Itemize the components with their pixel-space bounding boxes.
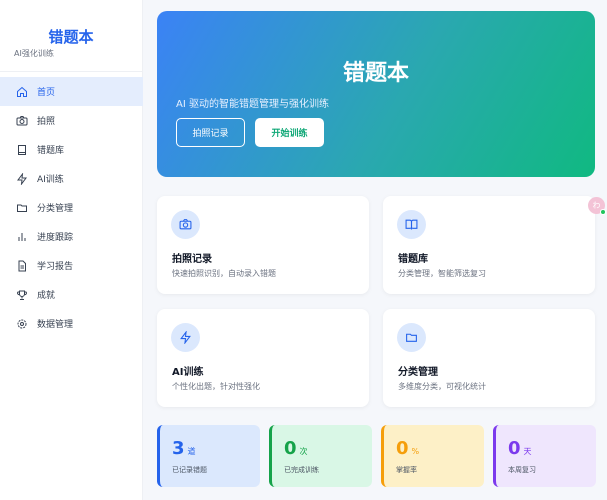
stat-recorded: 3道 已记录错题 [157,425,260,487]
floating-avatar[interactable]: わ [588,197,606,215]
sidebar-item-label: 首页 [37,88,56,98]
card-title: AI训练 [172,367,204,378]
stat-label: 已记录错题 [172,466,207,474]
card-ai-training[interactable]: AI训练 个性化出题，针对性强化 [157,309,369,407]
sidebar-item-label: 进度跟踪 [37,233,74,243]
sidebar-item-label: AI训练 [37,175,64,185]
folder-icon [397,323,426,352]
avatar-text: わ [592,201,601,210]
sidebar-item-progress[interactable]: 进度跟踪 [0,222,143,251]
card-description: 分类管理，智能筛选复习 [398,269,486,278]
book-icon [397,210,426,239]
gear-icon [16,318,28,330]
sidebar-item-data[interactable]: 数据管理 [0,309,143,338]
hero-subtitle: AI 驱动的智能错题管理与强化训练 [176,99,329,110]
sidebar-item-label: 数据管理 [37,320,74,330]
stat-value: 0% [396,438,420,459]
stat-label: 本周复习 [508,466,536,474]
card-photo-record[interactable]: 拍照记录 快速拍照识别，自动录入错题 [157,196,369,294]
folder-icon [16,202,28,214]
card-description: 个性化出题，针对性强化 [172,382,260,391]
card-categories[interactable]: 分类管理 多维度分类，可视化统计 [383,309,595,407]
sidebar-item-label: 错题库 [37,146,65,156]
bolt-icon [16,172,28,185]
stat-label: 已完成训练 [284,466,319,474]
start-training-button[interactable]: 开始训练 [255,118,324,147]
sidebar-item-home[interactable]: 首页 [0,77,143,106]
sidebar-item-label: 学习报告 [37,262,74,272]
bolt-icon [171,323,200,352]
card-description: 多维度分类，可视化统计 [398,382,486,391]
stat-value: 3道 [172,438,196,459]
home-icon [16,86,28,98]
sidebar-item-report[interactable]: 学习报告 [0,251,143,280]
sidebar-item-label: 成就 [37,291,56,301]
brand: 错题本 AI强化训练 [0,0,142,72]
hero-title: 错题本 [342,61,409,86]
card-description: 快速拍照识别，自动录入错题 [172,269,276,278]
stat-mastery: 0% 掌握率 [381,425,484,487]
camera-icon [16,115,28,127]
card-title: 分类管理 [398,367,438,378]
document-icon [16,260,28,272]
sidebar-nav: 首页 拍照 错题库 AI训练 分类管理 进度跟踪 学习报告 成就 数据管理 [0,77,143,338]
card-title: 错题库 [398,254,428,265]
online-status-dot [600,209,606,215]
bar-chart-icon [16,231,28,243]
app-title: 错题本 [48,28,94,46]
stat-trained: 0次 已完成训练 [269,425,372,487]
sidebar-item-camera[interactable]: 拍照 [0,106,143,135]
app-subtitle: AI强化训练 [14,49,54,58]
sidebar-item-achievements[interactable]: 成就 [0,280,143,309]
stat-review: 0天 本周复习 [493,425,596,487]
card-library[interactable]: 错题库 分类管理，智能筛选复习 [383,196,595,294]
trophy-icon [16,289,28,301]
sidebar-item-ai-training[interactable]: AI训练 [0,164,143,193]
sidebar-item-library[interactable]: 错题库 [0,135,143,164]
stat-value: 0天 [508,438,532,459]
camera-icon [171,210,200,239]
card-title: 拍照记录 [172,254,212,265]
book-icon [16,144,28,156]
sidebar-item-categories[interactable]: 分类管理 [0,193,143,222]
sidebar: 错题本 AI强化训练 首页 拍照 错题库 AI训练 分类管理 进度跟踪 学习报告… [0,0,143,500]
hero-banner: 错题本 AI 驱动的智能错题管理与强化训练 拍照记录 开始训练 [157,11,595,177]
sidebar-item-label: 分类管理 [37,204,74,214]
photo-record-button[interactable]: 拍照记录 [176,118,245,147]
stat-label: 掌握率 [396,466,417,474]
stat-value: 0次 [284,438,308,459]
sidebar-item-label: 拍照 [37,117,56,127]
